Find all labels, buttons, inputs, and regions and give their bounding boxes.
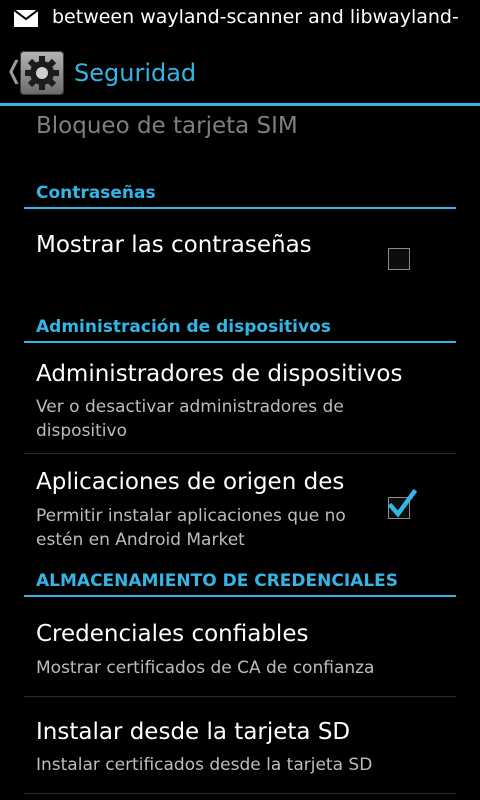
mail-icon <box>14 10 38 27</box>
trusted-credentials-title: Credenciales confiables <box>36 621 309 647</box>
checkmark-icon <box>387 488 417 518</box>
device-administrators-title: Administradores de dispositivos <box>36 361 403 387</box>
trusted-credentials-summary: Mostrar certificados de CA de confianza <box>36 658 375 678</box>
sim-lock-item[interactable]: Bloqueo de tarjeta SIM <box>36 113 298 139</box>
page-title: Seguridad <box>74 59 197 87</box>
settings-gear-icon[interactable] <box>20 51 64 95</box>
unknown-sources-title: Aplicaciones de origen des <box>36 469 345 495</box>
list-divider <box>24 453 456 454</box>
install-from-sd-summary: Instalar certificados desde la tarjeta S… <box>36 755 373 775</box>
category-passwords: Contraseñas <box>36 183 156 203</box>
show-passwords-checkbox[interactable] <box>388 248 410 270</box>
action-bar-divider <box>0 103 480 106</box>
install-from-sd-title: Instalar desde la tarjeta SD <box>36 719 351 745</box>
category-credentials: ALMACENAMIENTO DE CREDENCIALES <box>36 571 399 591</box>
unknown-sources-summary: Permitir instalar aplicaciones que no es… <box>36 506 346 550</box>
list-divider <box>24 696 456 697</box>
action-bar: ❬ Seguridad <box>0 38 480 106</box>
device-administrators-summary: Ver o desactivar administradores de disp… <box>36 397 344 441</box>
show-passwords-title: Mostrar las contraseñas <box>36 232 312 258</box>
category-divider <box>24 207 456 209</box>
notification-ticker: between wayland-scanner and libwayland- <box>52 6 459 28</box>
category-divider <box>24 341 456 343</box>
category-device-admin: Administración de dispositivos <box>36 317 331 337</box>
list-divider <box>24 793 456 794</box>
unknown-sources-checkbox[interactable] <box>387 488 417 519</box>
category-divider <box>24 595 456 597</box>
status-bar: between wayland-scanner and libwayland- <box>0 0 480 38</box>
